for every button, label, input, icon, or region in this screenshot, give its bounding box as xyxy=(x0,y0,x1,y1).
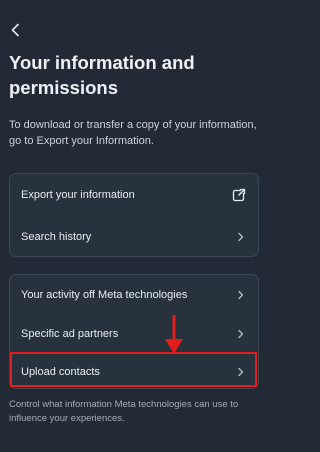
chevron-right-icon xyxy=(238,367,244,376)
specific-ad-partners-label: Specific ad partners xyxy=(21,328,119,340)
export-information-item[interactable]: Export your information xyxy=(10,174,258,216)
settings-card-activity: Your activity off Meta technologies Spec… xyxy=(9,274,259,389)
external-link-icon xyxy=(232,188,246,202)
red-arrow-down-icon xyxy=(165,315,183,354)
search-history-label: Search history xyxy=(21,231,92,243)
page-title: Your information and permissions xyxy=(9,52,195,98)
chevron-right-icon xyxy=(238,232,244,242)
back-button[interactable] xyxy=(6,20,26,40)
footer-note: Control what information Meta technologi… xyxy=(9,399,239,424)
page-description: To download or transfer a copy of your i… xyxy=(9,119,257,147)
search-history-item[interactable]: Search history xyxy=(10,216,258,258)
upload-contacts-label: Upload contacts xyxy=(21,365,100,378)
activity-off-meta-item[interactable]: Your activity off Meta technologies xyxy=(10,275,258,315)
chevron-right-icon xyxy=(238,329,244,339)
chevron-right-icon xyxy=(238,290,244,300)
settings-card-export: Export your information Search history xyxy=(9,173,259,257)
page: Your information and permissions To down… xyxy=(0,0,268,452)
upload-contacts-item[interactable]: Upload contacts xyxy=(10,353,258,390)
export-information-label: Export your information xyxy=(21,189,135,201)
chevron-left-icon xyxy=(11,23,19,37)
specific-ad-partners-item[interactable]: Specific ad partners xyxy=(10,315,258,353)
activity-off-meta-label: Your activity off Meta technologies xyxy=(21,289,188,301)
